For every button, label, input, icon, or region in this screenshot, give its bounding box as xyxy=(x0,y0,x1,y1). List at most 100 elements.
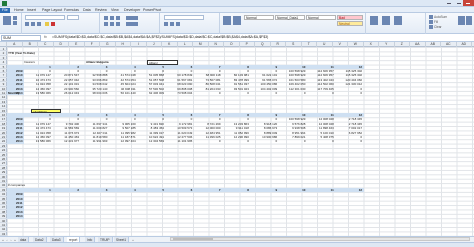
autosum-icon[interactable] xyxy=(429,15,433,19)
merge-center-icon[interactable] xyxy=(126,22,138,26)
horizontal-scrollbar[interactable] xyxy=(170,237,470,241)
maximize-button[interactable] xyxy=(454,0,463,6)
fill-label[interactable]: Fill xyxy=(434,20,438,24)
format-cells-icon[interactable] xyxy=(394,16,402,25)
table-cell[interactable]: 50 101 440 xyxy=(108,91,136,95)
align-right-icon[interactable] xyxy=(116,22,120,26)
insert-cells-icon[interactable] xyxy=(370,16,378,25)
align-left-icon[interactable] xyxy=(104,22,108,26)
month-header-cell[interactable]: 3 xyxy=(80,188,108,192)
font-name-select[interactable] xyxy=(25,15,65,20)
table-cell[interactable]: 0 xyxy=(222,91,250,95)
month-header-cell[interactable]: 12 xyxy=(335,188,363,192)
tab-home[interactable]: Home xyxy=(12,8,26,13)
font-color-icon[interactable] xyxy=(51,22,55,26)
wrap-text-icon[interactable] xyxy=(126,16,138,20)
align-middle-icon[interactable] xyxy=(110,16,114,20)
align-bottom-icon[interactable] xyxy=(116,16,120,20)
tab-file[interactable]: File xyxy=(0,7,10,13)
table-cell[interactable]: 0 xyxy=(222,139,250,143)
clear-label[interactable]: Clear xyxy=(434,25,442,29)
table-cell[interactable]: 13 580 066 xyxy=(24,139,52,143)
table-cell[interactable]: 38 004 036 xyxy=(80,91,108,95)
table-cell[interactable]: 11 101 995 xyxy=(165,139,193,143)
style-bad[interactable]: Bad xyxy=(337,15,363,20)
table-cell[interactable]: 0 xyxy=(307,91,335,95)
tab-insert[interactable]: Insert xyxy=(25,8,38,13)
style-normal-data1[interactable]: Normal_Data1 xyxy=(275,15,305,20)
tab-powerpivot[interactable]: PowerPivot xyxy=(141,8,163,13)
table-cell[interactable]: 12 097 404 xyxy=(108,139,136,143)
number-format-select[interactable] xyxy=(164,15,204,20)
autosum-label[interactable]: AutoSum xyxy=(434,15,447,19)
format-as-table-icon[interactable] xyxy=(233,16,241,25)
font-size-select[interactable] xyxy=(67,15,79,20)
table-cell[interactable]: 0 xyxy=(307,139,335,143)
table-cell[interactable]: 0 xyxy=(193,139,221,143)
table-cell[interactable]: 12 304 569 xyxy=(137,139,165,143)
table-cell[interactable]: 0 xyxy=(278,91,306,95)
sort-filter-icon[interactable] xyxy=(458,16,465,25)
table-cell[interactable]: 11 991 993 xyxy=(80,139,108,143)
year-label[interactable]: 2014 xyxy=(7,214,24,218)
bold-icon[interactable] xyxy=(25,22,29,26)
currency-icon[interactable] xyxy=(164,22,168,26)
formula-input[interactable]: =SUMIFS(data!$D:$D,data!$C:$C,data!$B:$B… xyxy=(52,35,472,41)
monthly-title[interactable]: Monthly xyxy=(8,91,48,95)
insert-function-icon[interactable]: fx xyxy=(44,35,47,39)
underline-icon[interactable] xyxy=(37,22,41,26)
fill-color-icon[interactable] xyxy=(45,22,49,26)
comma-icon[interactable] xyxy=(176,22,180,26)
month-header-cell[interactable]: 6 xyxy=(165,188,193,192)
tab-view[interactable]: View xyxy=(109,8,121,13)
month-header-cell[interactable]: 8 xyxy=(222,188,250,192)
cut-icon[interactable] xyxy=(13,16,17,20)
clear-icon[interactable] xyxy=(429,25,433,29)
ytd-title[interactable]: YTD (Year To Date) xyxy=(8,51,68,55)
conditional-formatting-icon[interactable] xyxy=(223,16,231,25)
tab-review[interactable]: Review xyxy=(93,8,109,13)
month-header-cell[interactable]: 2 xyxy=(52,188,80,192)
table-cell[interactable]: 0 xyxy=(335,91,363,95)
month-header-cell[interactable]: 9 xyxy=(250,188,278,192)
style-normal[interactable]: Normal xyxy=(244,15,274,20)
fill-icon[interactable] xyxy=(429,20,433,24)
tab-formulas[interactable]: Formulas xyxy=(62,8,81,13)
year-label[interactable]: 2014 xyxy=(7,139,24,143)
month-header-cell[interactable]: 11 xyxy=(307,188,335,192)
month-header-cell[interactable]: 5 xyxy=(137,188,165,192)
table-cell[interactable]: 12 431 977 xyxy=(52,139,80,143)
table-cell[interactable]: 0 xyxy=(278,139,306,143)
worksheet-grid[interactable]: YTD (Year To Date) Insurers Allianz Bulg… xyxy=(7,47,474,236)
table-cell[interactable]: 0 xyxy=(335,139,363,143)
table-cell[interactable]: 62 406 009 xyxy=(137,91,165,95)
table-cell[interactable]: 0 xyxy=(250,91,278,95)
italic-icon[interactable] xyxy=(31,22,35,26)
delete-cells-icon[interactable] xyxy=(382,16,390,25)
month-header-cell[interactable]: 7 xyxy=(193,188,221,192)
table-cell[interactable]: 0 xyxy=(250,139,278,143)
paste-icon[interactable] xyxy=(3,16,11,25)
table-cell[interactable]: 26 012 043 xyxy=(52,91,80,95)
tab-data[interactable]: Data xyxy=(81,8,93,13)
excel-logo-icon[interactable] xyxy=(2,1,7,6)
ribbon: Normal Normal_Data1 Normal Bad Neutral A… xyxy=(0,13,474,34)
tab-page-layout[interactable]: Page Layout xyxy=(40,8,64,13)
find-select-icon[interactable] xyxy=(466,16,472,25)
month-header-cell[interactable]: 4 xyxy=(108,188,136,192)
month-header-cell[interactable]: 1 xyxy=(24,188,52,192)
align-top-icon[interactable] xyxy=(104,16,108,20)
tab-developer[interactable]: Developer xyxy=(122,8,142,13)
month-header-cell[interactable]: 10 xyxy=(278,188,306,192)
table-cell[interactable]: 0 xyxy=(193,91,221,95)
scrollbar-thumb[interactable] xyxy=(173,238,213,240)
percent-icon[interactable] xyxy=(170,22,174,26)
minimize-button[interactable] xyxy=(444,0,453,6)
copy-icon[interactable] xyxy=(13,21,17,25)
align-center-icon[interactable] xyxy=(110,22,114,26)
style-neutral[interactable]: Neutral xyxy=(337,21,363,26)
close-button[interactable] xyxy=(463,0,474,6)
table-cell[interactable]: 73 508 004 xyxy=(165,91,193,95)
style-normal-2[interactable]: Normal xyxy=(306,15,336,20)
name-box[interactable]: SUM xyxy=(1,35,41,41)
